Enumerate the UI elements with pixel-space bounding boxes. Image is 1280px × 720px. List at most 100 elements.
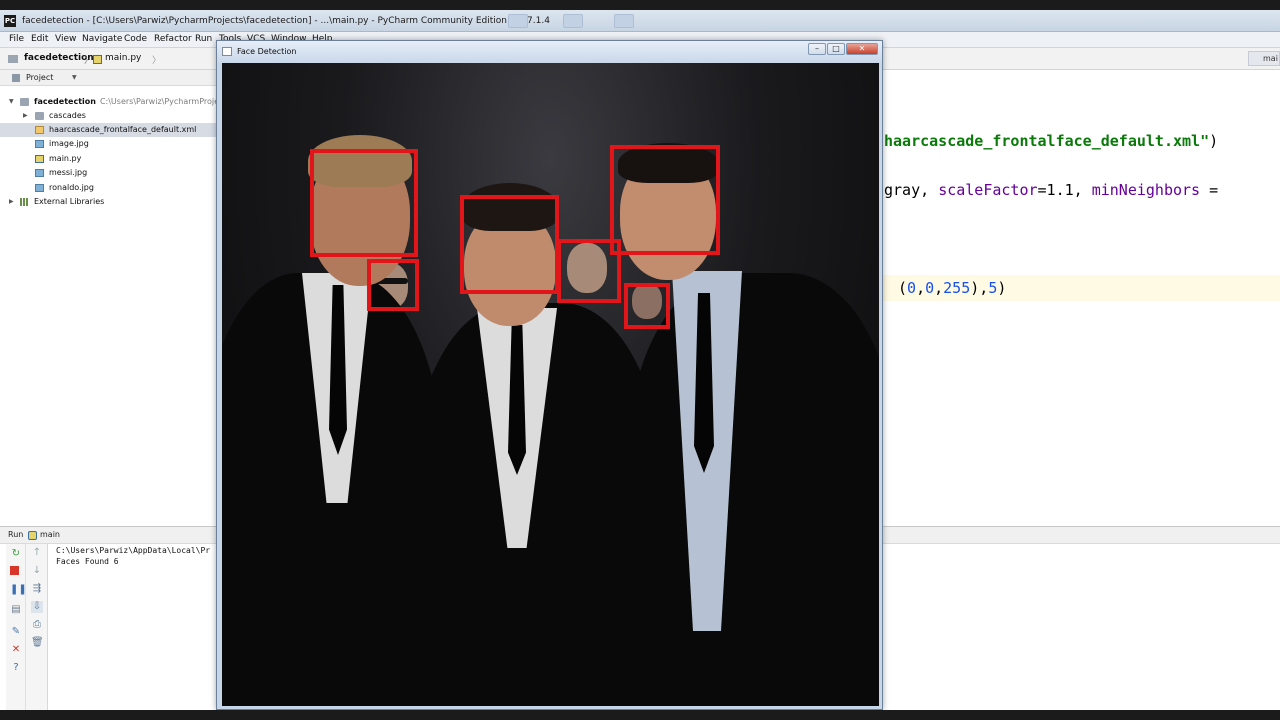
face-detection-window[interactable]: Face Detection – □ ✕: [216, 40, 883, 710]
close-icon[interactable]: ✕: [10, 644, 22, 656]
tree-item-file[interactable]: messi.jpg: [0, 166, 218, 180]
code-number: 255: [943, 279, 971, 297]
pin-icon[interactable]: ✎: [10, 626, 22, 638]
menu-file[interactable]: File: [9, 34, 24, 44]
face-detection-image: [222, 63, 879, 706]
run-toolbar-primary: ↻ ❚❚ ▤ ✎ ✕ ?: [6, 544, 27, 710]
dropdown-arrow-icon[interactable]: ▼: [72, 70, 77, 86]
project-root-path: C:\Users\Parwiz\PycharmProje: [99, 97, 220, 106]
code-number: 0: [907, 279, 917, 297]
console-line-output: Faces Found 6: [56, 557, 119, 566]
tree-item-label: haarcascade_frontalface_default.xml: [49, 125, 197, 134]
taskbar-ghost-icon: [563, 14, 583, 28]
code-line: haarcascade_frontalface_default.xml"): [884, 132, 1218, 150]
breadcrumb-separator-icon: 〉: [84, 56, 94, 66]
folder-icon: [8, 55, 18, 63]
project-root-name: facedetection: [34, 97, 96, 106]
face-detection-box: [310, 149, 418, 257]
image-file-icon: [35, 169, 44, 177]
tree-item-label: External Libraries: [34, 197, 105, 206]
scroll-to-end-icon[interactable]: ⇩: [31, 601, 43, 613]
minimize-button[interactable]: –: [808, 43, 826, 55]
code-punct: (: [898, 279, 908, 297]
tree-item-label: image.jpg: [49, 139, 89, 148]
library-icon: [20, 198, 29, 206]
code-punct: ,: [934, 279, 944, 297]
screen-bottom-letterbox: [0, 710, 1280, 720]
image-file-icon: [35, 184, 44, 192]
python-file-icon: [93, 55, 102, 64]
menu-run[interactable]: Run: [195, 34, 212, 44]
scroll-up-icon[interactable]: ↑: [31, 547, 43, 559]
run-config-name: main: [40, 530, 60, 539]
desktop-screen: PC facedetection - [C:\Users\Parwiz\Pych…: [0, 10, 1280, 710]
tree-item-folder[interactable]: ▶ cascades: [0, 109, 218, 123]
trash-icon[interactable]: 🗑: [31, 637, 44, 649]
rerun-icon[interactable]: ↻: [10, 548, 22, 560]
image-file-icon: [35, 140, 44, 148]
tree-item-file[interactable]: main.py: [0, 152, 218, 166]
soft-wrap-icon[interactable]: ⇶: [31, 583, 43, 595]
code-number: 0: [925, 279, 935, 297]
dump-threads-icon[interactable]: ▤: [10, 604, 22, 616]
code-punct: ): [1209, 132, 1219, 150]
project-panel-title: Project: [26, 73, 54, 82]
code-value: =1.1,: [1037, 181, 1092, 199]
suit-right: [627, 273, 879, 706]
pycharm-logo-icon: PC: [4, 15, 16, 27]
menu-view[interactable]: View: [55, 34, 76, 44]
folder-icon: [20, 98, 29, 106]
maximize-button[interactable]: □: [827, 43, 845, 55]
face-detection-window-title: Face Detection: [237, 47, 297, 56]
pause-icon[interactable]: ❚❚: [10, 584, 27, 596]
run-panel-label: Run: [8, 530, 24, 539]
taskbar-ghost-icon: [614, 14, 634, 28]
print-icon[interactable]: ⎙: [31, 619, 43, 631]
editor-tab-main[interactable]: mai: [1248, 51, 1280, 66]
stop-icon[interactable]: [10, 566, 19, 575]
ide-window-title: facedetection - [C:\Users\Parwiz\Pycharm…: [22, 16, 550, 26]
tree-item-file[interactable]: image.jpg: [0, 137, 218, 151]
taskbar-ghost-icon: [508, 14, 528, 28]
code-number: 5: [988, 279, 998, 297]
collapse-arrow-icon[interactable]: ▶: [23, 109, 28, 123]
console-line: C:\Users\Parwiz\AppData\Local\Pr: [56, 546, 211, 555]
code-keyword-arg: scaleFactor: [938, 181, 1038, 199]
tree-item-file-selected[interactable]: haarcascade_frontalface_default.xml: [0, 123, 218, 137]
code-keyword-arg: minNeighbors: [1091, 181, 1201, 199]
code-line: gray, scaleFactor=1.1, minNeighbors =: [884, 181, 1218, 199]
scroll-down-icon[interactable]: ↓: [31, 565, 43, 577]
face-detection-box: [624, 283, 670, 329]
tree-item-file[interactable]: ronaldo.jpg: [0, 181, 218, 195]
screen-top-letterbox: [0, 0, 1280, 10]
menu-navigate[interactable]: Navigate: [82, 34, 122, 44]
breadcrumb-file[interactable]: main.py: [105, 53, 141, 63]
python-run-config-icon: [28, 531, 37, 540]
collapse-arrow-icon[interactable]: ▶: [9, 195, 14, 209]
python-file-icon: [35, 155, 44, 163]
tree-item-project-root[interactable]: ▼ facedetection C:\Users\Parwiz\PycharmPr…: [0, 95, 220, 109]
tree-item-label: main.py: [49, 154, 82, 163]
face-detection-box: [367, 259, 419, 311]
tree-item-label: cascades: [49, 111, 86, 120]
window-app-icon: [222, 47, 232, 56]
code-punct: ,: [916, 279, 926, 297]
face-detection-title-bar[interactable]: Face Detection – □ ✕: [217, 41, 882, 63]
project-panel-header[interactable]: Project ▼: [0, 70, 218, 86]
folder-icon: [35, 112, 44, 120]
tree-item-external-libraries[interactable]: ▶ External Libraries: [0, 195, 218, 209]
face-detection-box: [610, 145, 720, 255]
face-detection-box: [460, 195, 559, 294]
code-identifier: gray,: [884, 181, 939, 199]
ide-title-bar[interactable]: PC facedetection - [C:\Users\Parwiz\Pych…: [0, 10, 1280, 32]
help-icon[interactable]: ?: [10, 662, 22, 674]
menu-refactor[interactable]: Refactor: [154, 34, 192, 44]
breadcrumb-chevron-icon: 〉: [152, 56, 162, 66]
code-punct: ),: [970, 279, 989, 297]
expand-arrow-icon[interactable]: ▼: [9, 95, 14, 109]
run-toolbar-secondary: ↑ ↓ ⇶ ⇩ ⎙ 🗑: [26, 544, 48, 710]
menu-code[interactable]: Code: [124, 34, 147, 44]
close-button[interactable]: ✕: [846, 43, 878, 55]
xml-file-icon: [35, 126, 44, 134]
menu-edit[interactable]: Edit: [31, 34, 48, 44]
